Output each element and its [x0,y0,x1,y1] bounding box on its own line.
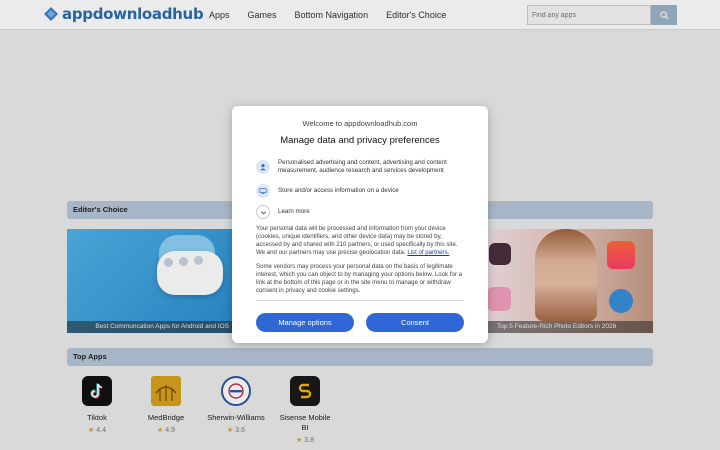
consent-dialog: Welcome to appdownloadhub.com Manage dat… [232,106,488,343]
manage-options-button[interactable]: Manage options [256,313,354,332]
consent-button[interactable]: Consent [366,313,464,332]
chevron-down-icon [256,205,270,219]
purpose-text: Store and/or access information on a dev… [278,187,399,194]
purpose-text: Personalised advertising and content, ad… [278,159,447,174]
consent-paragraph-2: Some vendors may process your personal d… [256,263,462,294]
purpose-store-access: Store and/or access information on a dev… [256,184,468,198]
consent-welcome: Welcome to appdownloadhub.com [302,119,418,128]
partners-link[interactable]: List of partners. [407,249,449,256]
person-icon [256,160,270,174]
consent-paragraph-1: Your personal data will be processed and… [256,225,468,257]
learn-more-label: Learn more [278,208,310,215]
purpose-personalised-ads: Personalised advertising and content, ad… [256,159,468,175]
consent-title: Manage data and privacy preferences [280,135,440,146]
device-icon [256,184,270,198]
divider [256,300,464,301]
learn-more-toggle[interactable]: Learn more [256,205,468,219]
